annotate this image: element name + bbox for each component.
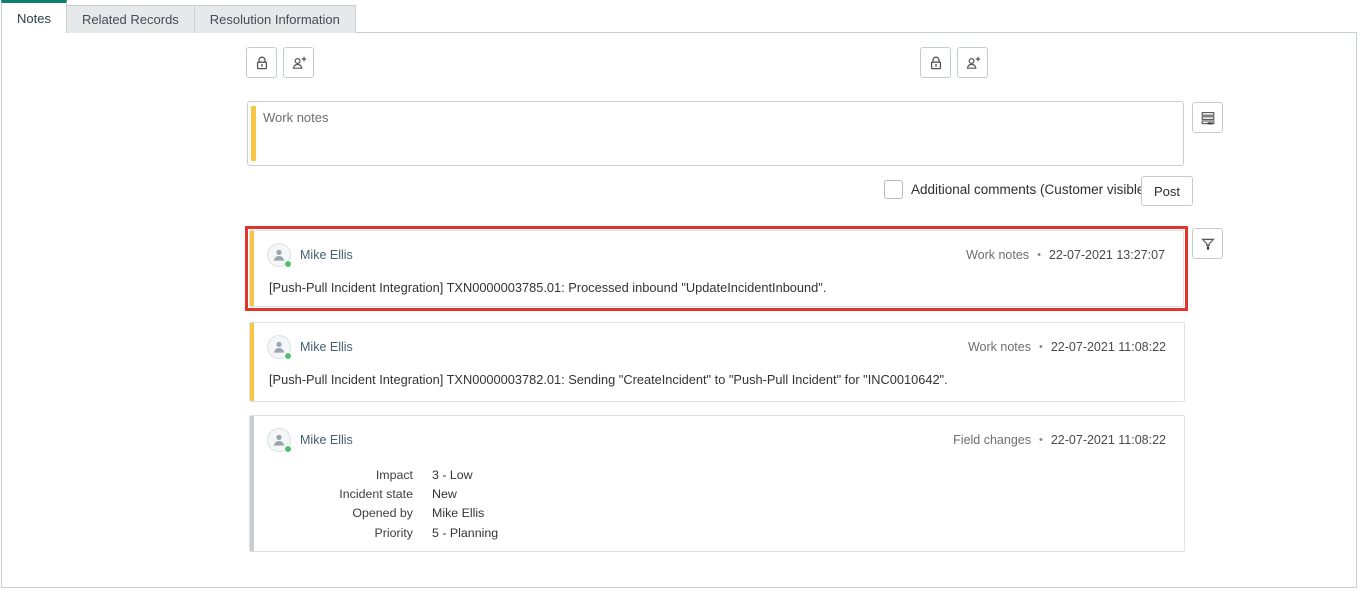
watch-list-lock-button[interactable]	[246, 47, 277, 78]
lock-icon	[254, 55, 270, 71]
work-notes-list-add-user-button[interactable]	[957, 47, 988, 78]
additional-comments-checkbox[interactable]	[884, 180, 903, 199]
avatar	[267, 243, 292, 268]
activity-highlight-outline: Mike Ellis Work notes • 22-07-2021 13:27…	[245, 226, 1188, 311]
activity-timestamp: 22-07-2021 11:08:22	[1050, 433, 1166, 447]
field-change-name: Impact	[375, 468, 413, 482]
filter-icon	[1200, 236, 1216, 252]
meta-separator-dot: •	[1037, 249, 1041, 261]
activity-author: Mike Ellis	[300, 248, 353, 262]
add-user-icon	[965, 55, 981, 71]
field-change-value: 5 - Planning	[432, 525, 499, 540]
post-button[interactable]: Post	[1141, 176, 1194, 206]
work-notes-type-bar	[250, 231, 254, 306]
tab-resolution-information[interactable]: Resolution Information	[194, 5, 356, 33]
meta-separator-dot: •	[1038, 341, 1043, 353]
add-user-icon	[291, 55, 307, 71]
field-change-row: Priority 5 - Planning	[267, 524, 1166, 543]
work-notes-list-lock-button[interactable]	[920, 47, 951, 78]
work-notes-field	[247, 101, 1184, 166]
work-notes-input[interactable]	[248, 102, 1183, 165]
presence-dot	[284, 260, 292, 268]
activity-card: Mike Ellis Field changes • 22-07-2021 11…	[249, 415, 1185, 552]
field-change-name: Priority	[374, 525, 413, 540]
tab-notes[interactable]: Notes	[1, 0, 67, 33]
field-change-name: Incident state	[339, 487, 413, 502]
activity-timestamp: 22-07-2021 11:08:22	[1050, 340, 1166, 354]
activity-timestamp: 22-07-2021 13:27:07	[1048, 248, 1165, 262]
activity-card: Mike Ellis Work notes • 22-07-2021 13:27…	[249, 230, 1184, 307]
activity-stream-toggle-button[interactable]	[1192, 102, 1223, 133]
work-notes-mandatory-bar	[251, 106, 256, 161]
field-changes-type-bar	[250, 416, 254, 551]
watch-list-add-user-button[interactable]	[283, 47, 314, 78]
notes-section: Notes Related Records Resolution Informa…	[0, 0, 1360, 600]
work-notes-type-bar	[250, 323, 254, 401]
tab-related-records[interactable]: Related Records	[66, 5, 195, 33]
field-change-value: 3 - Low	[432, 468, 473, 482]
activity-type: Work notes	[966, 248, 1030, 262]
presence-dot	[284, 445, 292, 453]
field-change-row: Opened by Mike Ellis	[267, 504, 1166, 523]
activity-meta: Work notes • 22-07-2021 13:27:07	[966, 248, 1165, 262]
activity-meta: Work notes • 22-07-2021 11:08:22	[968, 340, 1166, 354]
activity-type: Work notes	[967, 340, 1031, 354]
activity-meta: Field changes • 22-07-2021 11:08:22	[953, 433, 1166, 447]
avatar	[267, 428, 292, 453]
activity-filter-button[interactable]	[1192, 228, 1223, 259]
field-change-name: Opened by	[352, 506, 413, 521]
activity-author: Mike Ellis	[300, 340, 353, 354]
activity-card: Mike Ellis Work notes • 22-07-2021 11:08…	[249, 322, 1185, 402]
field-change-value: New	[432, 487, 457, 502]
activity-author: Mike Ellis	[300, 433, 353, 447]
activity-message: [Push-Pull Incident Integration] TXN0000…	[269, 372, 948, 387]
meta-separator-dot: •	[1038, 434, 1043, 446]
avatar	[267, 335, 292, 360]
presence-dot	[284, 352, 292, 360]
field-changes-list: Impact 3 - Low Incident state New Opened…	[267, 466, 1166, 543]
additional-comments-label: Additional comments (Customer visible)	[911, 182, 1149, 197]
form-tab-bar: Notes Related Records Resolution Informa…	[1, 0, 356, 33]
field-change-row: Impact 3 - Low	[267, 466, 1166, 485]
activity-message: [Push-Pull Incident Integration] TXN0000…	[269, 280, 827, 295]
field-change-value: Mike Ellis	[432, 506, 485, 521]
activity-stream-icon	[1200, 110, 1216, 126]
lock-icon	[928, 55, 944, 71]
field-change-row: Incident state New	[267, 485, 1166, 504]
activity-type: Field changes	[953, 433, 1031, 447]
